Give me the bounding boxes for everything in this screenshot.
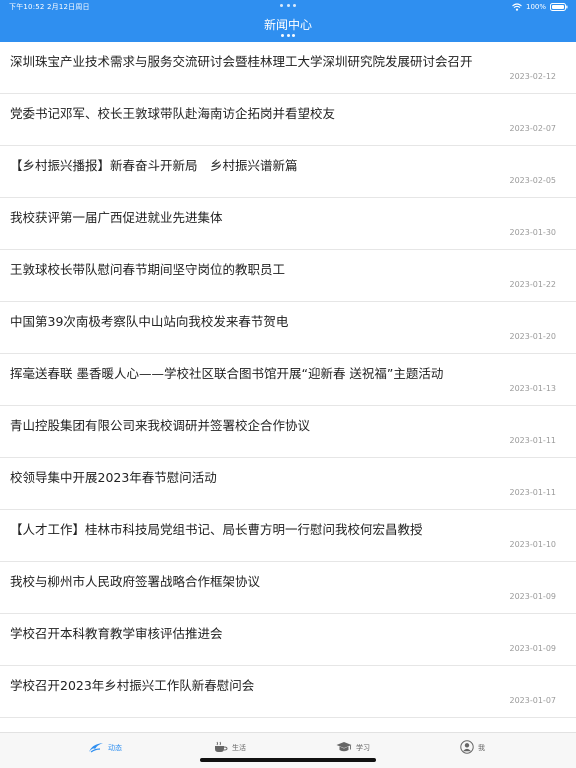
status-indicators: 100%: [512, 1, 568, 12]
multitasking-dots-icon[interactable]: [280, 4, 296, 8]
tab-me[interactable]: 我: [460, 739, 540, 757]
tab-dynamics[interactable]: 动态: [88, 739, 168, 757]
news-item[interactable]: 我校获评第一届广西促进就业先进集体 2023-01-30: [0, 198, 576, 250]
news-title: 学校召开2023年乡村振兴工作队新春慰问会: [10, 678, 255, 693]
news-title: 【人才工作】桂林市科技局党组书记、局长曹方明一行慰问我校何宏昌教授: [10, 522, 423, 537]
tab-bar: 动态 生活 学习 我: [0, 732, 576, 768]
news-date: 2023-01-07: [509, 696, 557, 705]
news-item[interactable]: 学校召开2023年乡村振兴工作队新春慰问会 2023-01-07: [0, 666, 576, 718]
news-title: 深圳珠宝产业技术需求与服务交流研讨会暨桂林理工大学深圳研究院发展研讨会召开: [10, 54, 473, 69]
news-title: 中国第39次南极考察队中山站向我校发来春节贺电: [10, 314, 289, 329]
battery-icon: [550, 2, 568, 11]
news-date: 2023-01-11: [509, 436, 557, 445]
tab-label: 生活: [232, 744, 246, 752]
news-item[interactable]: 青山控股集团有限公司来我校调研并签署校企合作协议 2023-01-11: [0, 406, 576, 458]
news-date: 2023-01-09: [509, 592, 557, 601]
news-title: 我校获评第一届广西促进就业先进集体: [10, 210, 223, 225]
news-title: 挥毫送春联 墨香暖人心——学校社区联合图书馆开展“迎新春 送祝福”主题活动: [10, 366, 444, 381]
swoosh-icon: [88, 741, 104, 755]
battery-percent: 100%: [525, 2, 546, 11]
news-title: 青山控股集团有限公司来我校调研并签署校企合作协议: [10, 418, 311, 433]
news-title: 校领导集中开展2023年春节慰问活动: [10, 470, 217, 485]
news-date: 2023-01-11: [509, 488, 557, 497]
news-item[interactable]: 【人才工作】桂林市科技局党组书记、局长曹方明一行慰问我校何宏昌教授 2023-0…: [0, 510, 576, 562]
more-dots-icon[interactable]: [281, 34, 295, 37]
news-item[interactable]: 【乡村振兴播报】新春奋斗开新局 乡村振兴谱新篇 2023-02-05: [0, 146, 576, 198]
tab-label: 我: [478, 744, 485, 752]
news-date: 2023-02-05: [509, 176, 557, 185]
news-item[interactable]: 挥毫送春联 墨香暖人心——学校社区联合图书馆开展“迎新春 送祝福”主题活动 20…: [0, 354, 576, 406]
user-icon: [460, 740, 474, 756]
wifi-icon: [512, 2, 522, 11]
news-title: 党委书记邓军、校长王敦球带队赴海南访企拓岗并看望校友: [10, 106, 336, 121]
news-item[interactable]: 校领导集中开展2023年春节慰问活动 2023-01-11: [0, 458, 576, 510]
news-date: 2023-01-30: [509, 228, 557, 237]
news-item[interactable]: 深圳珠宝产业技术需求与服务交流研讨会暨桂林理工大学深圳研究院发展研讨会召开 20…: [0, 42, 576, 94]
home-indicator[interactable]: [200, 758, 376, 762]
news-date: 2023-01-13: [509, 384, 557, 393]
news-title: 王敦球校长带队慰问春节期间坚守岗位的教职员工: [10, 262, 286, 277]
news-title: 学校召开本科教育教学审核评估推进会: [10, 626, 223, 641]
tab-label: 动态: [108, 744, 122, 752]
news-date: 2023-01-09: [509, 644, 557, 653]
tab-life[interactable]: 生活: [214, 739, 294, 757]
top-bar: 下午10:52 2月12日周日 100% 新闻中心: [0, 0, 576, 42]
page-title: 新闻中心: [263, 18, 312, 32]
news-date: 2023-01-20: [509, 332, 557, 341]
tab-study[interactable]: 学习: [336, 739, 416, 757]
news-item[interactable]: 党委书记邓军、校长王敦球带队赴海南访企拓岗并看望校友 2023-02-07: [0, 94, 576, 146]
news-item[interactable]: 王敦球校长带队慰问春节期间坚守岗位的教职员工 2023-01-22: [0, 250, 576, 302]
news-item[interactable]: 我校与柳州市人民政府签署战略合作框架协议 2023-01-09: [0, 562, 576, 614]
status-time: 下午10:52 2月12日周日: [9, 3, 90, 11]
news-date: 2023-01-22: [509, 280, 557, 289]
news-title: 我校与柳州市人民政府签署战略合作框架协议: [10, 574, 261, 589]
news-list: 深圳珠宝产业技术需求与服务交流研讨会暨桂林理工大学深圳研究院发展研讨会召开 20…: [0, 42, 576, 732]
news-item[interactable]: 学校召开本科教育教学审核评估推进会 2023-01-09: [0, 614, 576, 666]
news-date: 2023-02-12: [509, 72, 557, 81]
coffee-cup-icon: [214, 741, 228, 755]
tab-label: 学习: [356, 744, 370, 752]
news-title: 【乡村振兴播报】新春奋斗开新局 乡村振兴谱新篇: [10, 158, 298, 173]
news-date: 2023-01-10: [509, 540, 557, 549]
graduation-cap-icon: [336, 741, 352, 755]
news-item[interactable]: 中国第39次南极考察队中山站向我校发来春节贺电 2023-01-20: [0, 302, 576, 354]
news-date: 2023-02-07: [509, 124, 557, 133]
